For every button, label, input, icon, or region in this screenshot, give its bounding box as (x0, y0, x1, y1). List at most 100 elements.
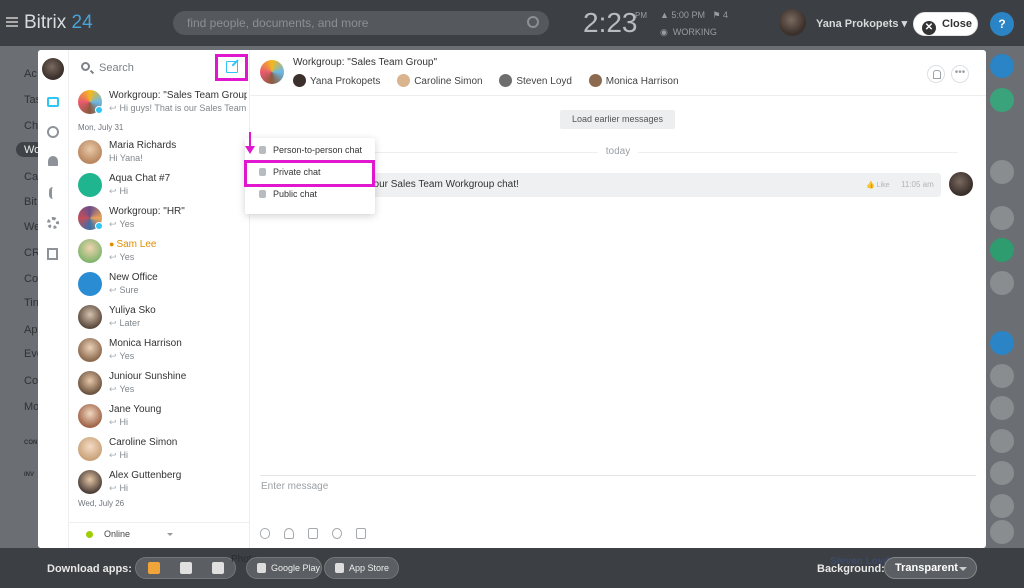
apple-icon[interactable] (180, 562, 192, 574)
avatar[interactable] (990, 429, 1014, 453)
left-nav-item[interactable]: Ca (24, 171, 38, 183)
avatar[interactable] (990, 520, 1014, 544)
date-separator: Wed, July 26 (78, 499, 125, 508)
left-nav-item[interactable]: Mo (24, 401, 39, 413)
list-item[interactable]: Jane Young ↩ Hi (69, 402, 250, 432)
search-icon[interactable] (990, 124, 1014, 148)
megaphone-icon (259, 190, 266, 198)
recent-chats-list: Workgroup: "Sales Team Group" ↩ Hi guys! … (69, 88, 250, 512)
reply-icon: ↩ (109, 252, 117, 262)
workgroup-badge (95, 222, 103, 230)
list-item[interactable]: Yuliya Sko ↩ Later (69, 303, 250, 333)
sender-avatar[interactable] (949, 172, 973, 196)
list-item[interactable]: Juniour Sunshine ↩ Yes (69, 369, 250, 399)
list-item[interactable]: ● Sam Lee ↩ Yes (69, 237, 250, 267)
command-icon[interactable] (308, 528, 318, 539)
avatar[interactable] (990, 160, 1014, 184)
member[interactable]: Monica Harrison (588, 74, 679, 87)
smile-icon[interactable] (332, 528, 342, 539)
phone-icon[interactable] (47, 187, 60, 200)
chat-header: Workgroup: "Sales Team Group" Yana Proko… (250, 50, 986, 96)
avatar[interactable] (990, 461, 1014, 485)
avatar (397, 74, 411, 87)
megaphone-icon[interactable] (990, 331, 1014, 355)
logo[interactable]: Bitrix 24 (24, 12, 93, 34)
messenger-icon-rail (38, 50, 69, 548)
reply-icon: ↩ (109, 384, 117, 394)
background-select[interactable]: Transparent (884, 557, 977, 579)
left-nav-item[interactable]: Co (24, 273, 38, 285)
more-icon[interactable]: ••• (951, 65, 969, 83)
notifications-toggle-icon[interactable] (927, 65, 945, 83)
menu-item-public-chat[interactable]: Public chat (245, 184, 375, 206)
top-bar: Bitrix 24 find people, documents, and mo… (0, 0, 1024, 46)
chat-title[interactable]: Workgroup: "Sales Team Group" (293, 57, 437, 68)
search-input[interactable]: Search (99, 62, 134, 74)
list-item[interactable]: Aqua Chat #7 ↩ Hi (69, 171, 250, 201)
windows-icon[interactable] (148, 562, 160, 574)
my-avatar[interactable] (42, 58, 64, 80)
left-nav: Ac Tas Ch Wo Ca Bit We CR Co Tin Ap Eve … (0, 46, 43, 548)
menu-item-person-to-person[interactable]: Person-to-person chat (245, 140, 375, 162)
chat-avatar[interactable] (260, 60, 284, 84)
left-nav-item[interactable]: Ap (24, 324, 37, 336)
close-button[interactable]: ✕ Close (913, 12, 978, 36)
document-icon[interactable] (356, 528, 366, 539)
linux-icon[interactable] (212, 562, 224, 574)
notifications-icon[interactable] (990, 54, 1014, 78)
like-button[interactable]: 👍 Like (866, 181, 890, 189)
list-item[interactable]: New Office ↩ Sure (69, 270, 250, 300)
left-nav-item[interactable]: Co (24, 375, 38, 387)
left-nav-item[interactable]: Bit (24, 196, 37, 208)
list-item[interactable]: Workgroup: "HR" ↩ Yes (69, 204, 250, 234)
list-item[interactable]: Workgroup: "Sales Team Group" ↩ Hi guys! … (69, 88, 250, 118)
gear-icon[interactable] (47, 217, 60, 230)
member[interactable]: Yana Prokopets (293, 74, 380, 87)
reply-icon: ↩ (109, 351, 117, 361)
load-earlier-button[interactable]: Load earlier messages (560, 110, 675, 129)
contact-icon[interactable] (284, 528, 294, 539)
left-nav-item[interactable]: INV (24, 472, 34, 478)
avatar[interactable] (990, 271, 1014, 295)
list-item[interactable]: Alex Guttenberg ↩ Hi (69, 468, 250, 498)
notes-icon[interactable] (47, 248, 60, 261)
list-item[interactable]: Monica Harrison ↩ Yes (69, 336, 250, 366)
search-icon (527, 16, 539, 28)
attach-icon[interactable] (260, 528, 270, 539)
global-search-input[interactable]: find people, documents, and more (173, 11, 549, 35)
left-nav-item[interactable]: Ch (24, 120, 38, 132)
message-bubble[interactable]: Hi guys! That is our Sales Team Workgrou… (293, 173, 941, 197)
annotation-highlight (244, 160, 375, 187)
app-store-button[interactable]: App Store (324, 557, 399, 579)
input-divider (260, 475, 976, 476)
google-play-button[interactable]: Google Play (246, 557, 322, 579)
megaphone-icon (78, 272, 102, 296)
chat-icon[interactable] (47, 97, 60, 110)
avatar[interactable] (990, 494, 1014, 518)
avatar[interactable] (990, 206, 1014, 230)
lock-icon[interactable] (990, 238, 1014, 262)
left-nav-item[interactable]: Ac (24, 68, 37, 80)
list-item[interactable]: Caroline Simon ↩ Hi (69, 435, 250, 465)
left-nav-item[interactable]: Tin (24, 297, 39, 309)
list-item[interactable]: Maria Richards Hi Yana! (69, 138, 250, 168)
help-button[interactable]: ? (990, 12, 1014, 36)
new-chat-button[interactable] (215, 54, 248, 81)
reply-icon: ↩ (109, 186, 117, 196)
work-status[interactable]: ◉ WORKING (660, 27, 717, 38)
member[interactable]: Steven Loyd (499, 74, 572, 87)
member[interactable]: Caroline Simon (397, 74, 483, 87)
bell-icon[interactable] (47, 156, 60, 169)
menu-icon[interactable] (6, 17, 18, 27)
avatar[interactable] (990, 396, 1014, 420)
user-name[interactable]: Yana Prokopets ▾ (816, 17, 907, 30)
left-nav-item[interactable]: CON (24, 440, 37, 446)
avatar[interactable] (990, 364, 1014, 388)
chat-icon[interactable] (990, 88, 1014, 112)
user-avatar[interactable] (779, 9, 806, 36)
openlines-icon[interactable] (47, 126, 60, 139)
reply-icon: ↩ (109, 219, 117, 229)
status-selector[interactable]: Online (69, 522, 250, 548)
avatar (78, 404, 102, 428)
message-input[interactable]: Enter message (261, 481, 328, 492)
